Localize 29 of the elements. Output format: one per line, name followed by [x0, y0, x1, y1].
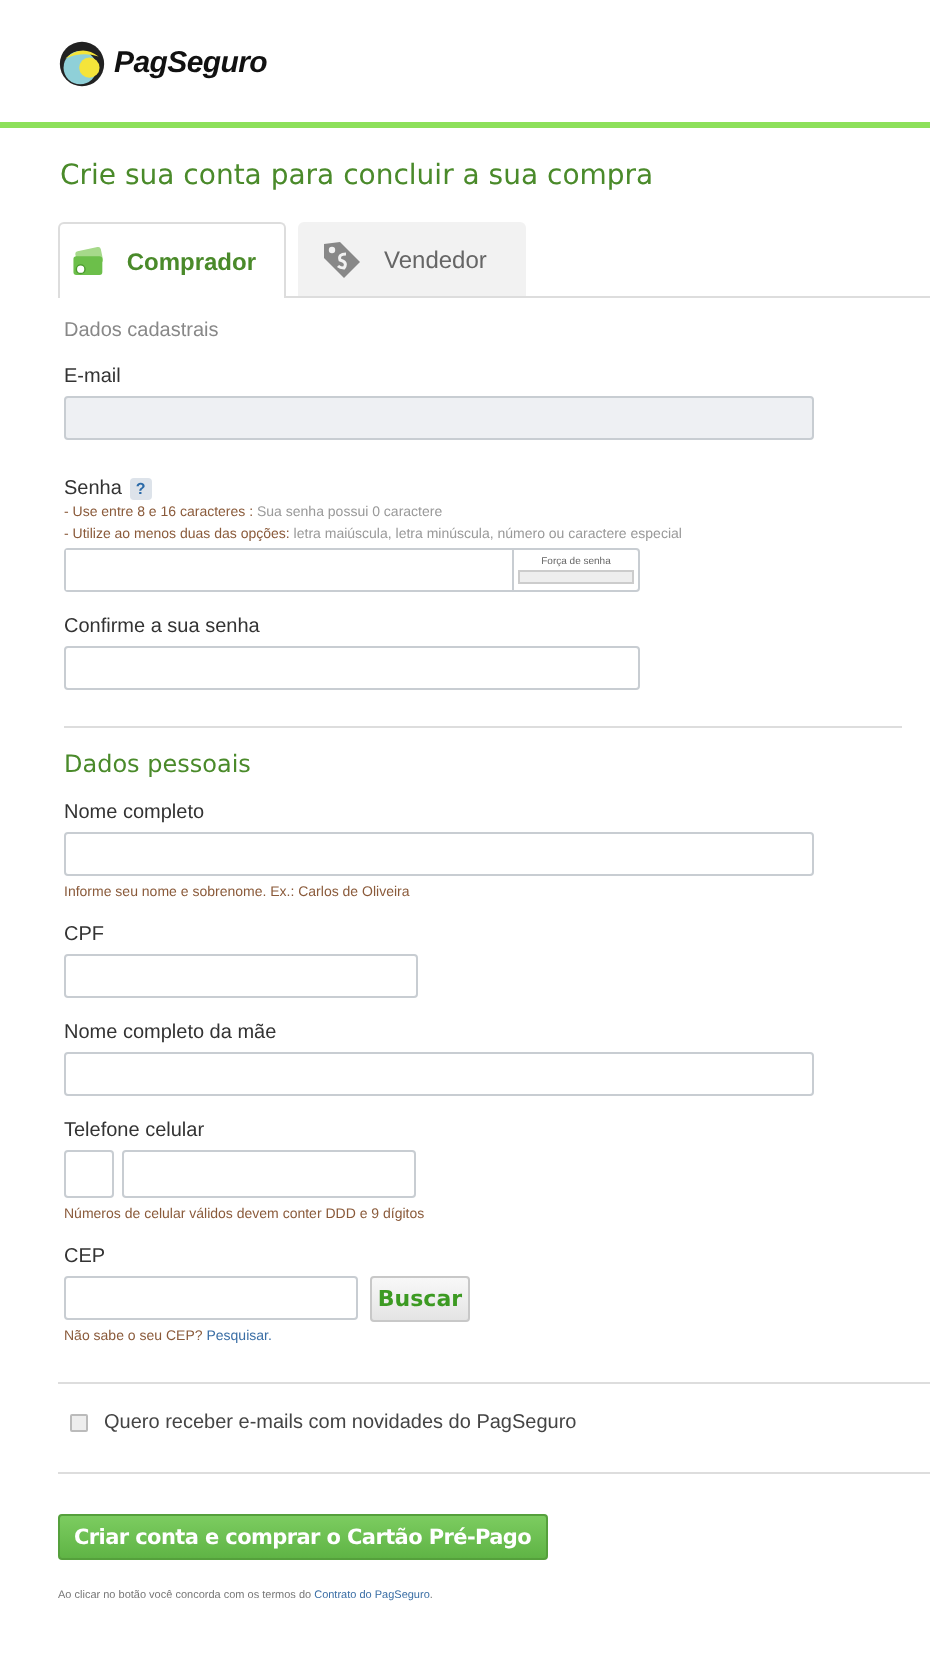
checkbox-label: Quero receber e-mails com novidades do PagSeguro [104, 1412, 577, 1434]
name-field[interactable] [64, 832, 814, 876]
strength-meter [518, 570, 634, 584]
checkbox[interactable] [70, 1414, 88, 1432]
logo-icon [58, 39, 106, 87]
brand-name: PagSeguro [114, 46, 267, 80]
field-label: Nome completo [64, 802, 207, 824]
phone-field[interactable] [122, 1150, 416, 1198]
wallet-icon [72, 241, 107, 281]
section-heading: Dados cadastrais [64, 320, 221, 342]
field-label: Nome completo da mãe [64, 1022, 279, 1044]
mother-name-field[interactable] [64, 1052, 814, 1096]
page-title: Crie sua conta para concluir a sua compra [60, 160, 656, 192]
search-button[interactable]: Buscar [370, 1276, 470, 1322]
field-label: E-mail [64, 366, 123, 388]
confirm-password-field[interactable] [64, 646, 640, 690]
tab[interactable]: Comprador [58, 222, 286, 298]
price-tag-icon [320, 238, 364, 282]
area-code-field[interactable] [64, 1150, 114, 1198]
field-label: CEP [64, 1246, 108, 1268]
tab[interactable]: Vendedor [298, 222, 526, 296]
cep-field[interactable] [64, 1276, 358, 1320]
field-label: Senha [64, 478, 122, 500]
field-label: Confirme a sua senha [64, 616, 262, 638]
cpf-field[interactable] [64, 954, 418, 998]
field-label: CPF [64, 924, 106, 946]
section-heading: Dados pessoais [64, 750, 253, 778]
field-label: Telefone celular [64, 1120, 207, 1142]
help-button[interactable]: ? [129, 478, 152, 500]
